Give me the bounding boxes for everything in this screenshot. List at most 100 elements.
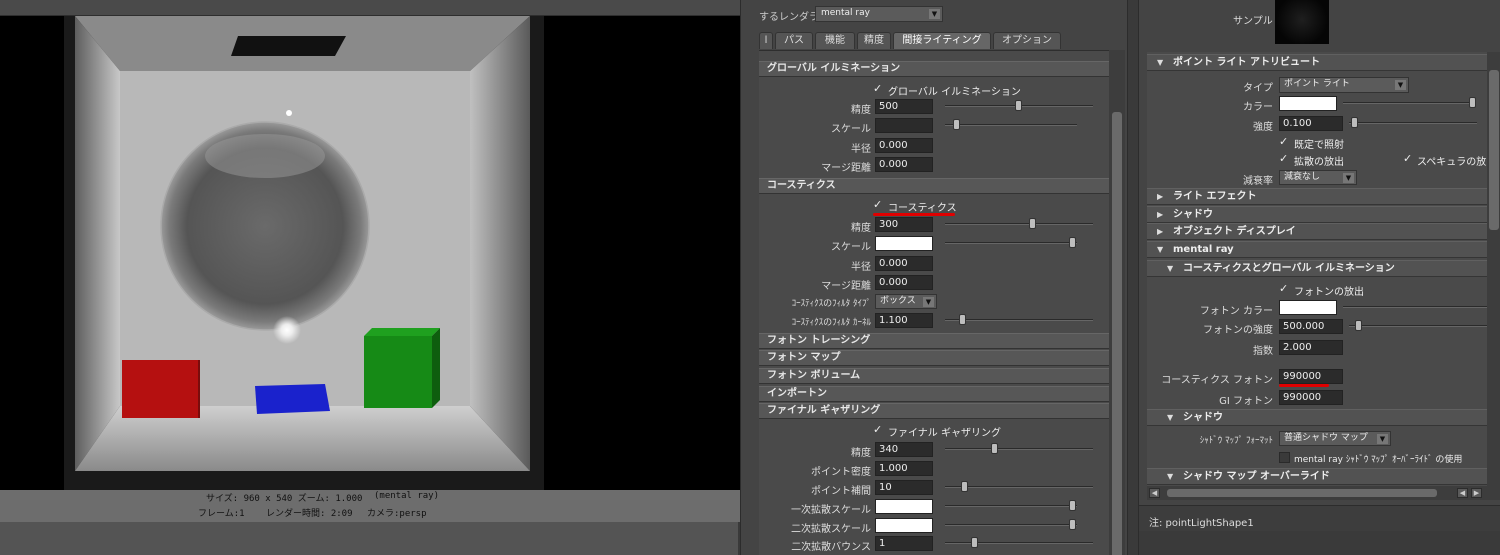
fg-point-density-label: ポイント密度	[811, 467, 871, 478]
fg-checkbox[interactable]: ✓	[873, 424, 884, 435]
fg-secondary-scale-label: 二次拡散スケール	[791, 524, 871, 535]
light-color-swatch[interactable]	[1279, 96, 1337, 111]
shadow-map-override-header[interactable]: ▼ シャドウ マップ オーバーライド	[1147, 468, 1487, 485]
decay-rate-dropdown[interactable]: 減衰なし ▼	[1279, 170, 1357, 185]
photon-intensity-field[interactable]: 500.000	[1279, 319, 1343, 334]
chevron-down-icon: ▼	[929, 9, 940, 19]
render-view-window: サイズ: 960 x 540 ズーム: 1.000 (mental ray) フ…	[0, 0, 758, 522]
intensity-label: 強度	[1253, 122, 1273, 133]
tab-common[interactable]: l	[759, 32, 773, 49]
rendered-image[interactable]	[0, 16, 742, 490]
emit-photons-checkbox[interactable]: ✓	[1279, 283, 1290, 294]
render-renderer: (mental ray)	[374, 491, 440, 501]
gi-scale-slider[interactable]	[945, 119, 1077, 130]
gi-radius-field[interactable]: 0.000	[875, 138, 933, 153]
fg-primary-scale-swatch[interactable]	[875, 499, 933, 514]
gi-photons-field[interactable]: 990000	[1279, 390, 1343, 405]
caustics-merge-field[interactable]: 0.000	[875, 275, 933, 290]
fg-point-density-field[interactable]: 1.000	[875, 461, 933, 476]
shadow-map-format-value: 普通シャドウ マップ	[1284, 433, 1368, 443]
specular-highlight	[286, 110, 292, 116]
caustics-radius-field[interactable]: 0.000	[875, 256, 933, 271]
render-status-bar: サイズ: 960 x 540 ズーム: 1.000 (mental ray) フ…	[0, 490, 742, 522]
fg-point-interp-slider[interactable]	[945, 481, 1093, 492]
light-effects-header[interactable]: ▶ ライト エフェクト	[1147, 188, 1487, 205]
caustics-accuracy-field[interactable]: 300	[875, 217, 933, 232]
caustics-filter-type-label: ｺｰｽﾃｨｸｽのﾌｨﾙﾀ ﾀｲﾌﾟ	[791, 299, 871, 309]
gi-section-header[interactable]: グローバル イルミネーション	[759, 61, 1109, 77]
scroll-left-icon[interactable]: ◀	[1457, 488, 1468, 498]
scroll-right-icon[interactable]: ▶	[1471, 488, 1482, 498]
fg-secondary-scale-slider[interactable]	[945, 519, 1077, 530]
illum-default-checkbox[interactable]: ✓	[1279, 136, 1290, 147]
fg-point-interp-field[interactable]: 10	[875, 480, 933, 495]
photon-volume-section-header[interactable]: フォトン ボリューム	[759, 368, 1109, 384]
caustics-filter-kernel-field[interactable]: 1.100	[875, 313, 933, 328]
light-color-slider[interactable]	[1343, 97, 1476, 108]
fg-secondary-bounce-field[interactable]: 1	[875, 536, 933, 551]
attribute-editor-footer	[1139, 531, 1500, 555]
shadows-header[interactable]: ▶ シャドウ	[1147, 206, 1487, 223]
renderer-label: するレンダラ	[759, 12, 819, 23]
emit-diffuse-checkbox[interactable]: ✓	[1279, 153, 1290, 164]
tab-passes[interactable]: パス	[775, 32, 813, 49]
mental-ray-header[interactable]: ▼ mental ray	[1147, 241, 1487, 258]
fg-secondary-bounce-slider[interactable]	[945, 537, 1093, 548]
caustics-checkbox[interactable]: ✓	[873, 199, 884, 210]
scroll-left-icon[interactable]: ◀	[1149, 488, 1160, 498]
fg-secondary-scale-swatch[interactable]	[875, 518, 933, 533]
settings-scrollbar[interactable]	[1109, 50, 1125, 555]
object-display-header[interactable]: ▶ オブジェクト ディスプレイ	[1147, 223, 1487, 240]
chevron-down-icon: ▼	[1377, 434, 1388, 444]
gi-merge-field[interactable]: 0.000	[875, 157, 933, 172]
caustics-gi-header[interactable]: ▼ コースティクスとグローバル イルミネーション	[1147, 260, 1487, 277]
attribute-vertical-scrollbar[interactable]	[1487, 52, 1500, 500]
caustics-section-header[interactable]: コースティクス	[759, 178, 1109, 194]
mr-shadows-header[interactable]: ▼ シャドウ	[1147, 409, 1487, 426]
attribute-panel: ▼ ポイント ライト アトリビュート タイプ ポイント ライト ▼ カラー 強度…	[1147, 52, 1487, 500]
gi-scale-swatch[interactable]	[875, 118, 933, 133]
intensity-field[interactable]: 0.100	[1279, 116, 1343, 131]
fg-accuracy-field[interactable]: 340	[875, 442, 933, 457]
caustic-glow	[273, 316, 301, 344]
fg-section-header[interactable]: ファイナル ギャザリング	[759, 403, 1109, 419]
light-type-dropdown[interactable]: ポイント ライト ▼	[1279, 77, 1409, 93]
tab-options[interactable]: オプション	[993, 32, 1061, 49]
gi-checkbox[interactable]: ✓	[873, 83, 884, 94]
exponent-field[interactable]: 2.000	[1279, 340, 1343, 355]
tab-quality[interactable]: 精度	[857, 32, 891, 49]
gi-accuracy-label: 精度	[851, 105, 871, 116]
photon-map-section-header[interactable]: フォトン マップ	[759, 350, 1109, 366]
photon-color-swatch[interactable]	[1279, 300, 1337, 315]
ceiling-light	[231, 36, 346, 56]
renderer-dropdown[interactable]: mental ray ▼	[815, 6, 943, 22]
mr-shadow-override-checkbox[interactable]	[1279, 452, 1290, 463]
tab-features[interactable]: 機能	[815, 32, 855, 49]
node-name-label: 注: pointLightShape1	[1149, 518, 1254, 529]
emit-specular-checkbox[interactable]: ✓	[1403, 153, 1414, 164]
intensity-slider[interactable]	[1349, 117, 1477, 128]
gi-accuracy-slider[interactable]	[945, 100, 1093, 111]
caustic-photons-field[interactable]: 990000	[1279, 369, 1343, 384]
render-view-toolbar	[0, 0, 758, 16]
fg-primary-scale-slider[interactable]	[945, 500, 1077, 511]
attribute-editor: サンプル ▼ ポイント ライト アトリビュート タイプ ポイント ライト ▼ カ…	[1138, 0, 1500, 555]
gi-accuracy-field[interactable]: 500	[875, 99, 933, 114]
caustics-filter-type-dropdown[interactable]: ボックス ▼	[875, 294, 937, 309]
importons-section-header[interactable]: インポートン	[759, 386, 1109, 402]
photon-color-slider[interactable]	[1343, 306, 1487, 308]
shadow-map-format-dropdown[interactable]: 普通シャドウ マップ ▼	[1279, 431, 1391, 446]
photon-intensity-slider[interactable]	[1349, 320, 1487, 331]
photon-tracing-section-header[interactable]: フォトン トレーシング	[759, 333, 1109, 349]
caustics-scale-swatch[interactable]	[875, 236, 933, 251]
emit-photons-label: フォトンの放出	[1294, 287, 1364, 298]
chevron-down-icon: ▼	[923, 297, 934, 307]
caustics-scale-slider[interactable]	[945, 237, 1077, 248]
fg-accuracy-slider[interactable]	[945, 443, 1093, 454]
point-light-attributes-header[interactable]: ▼ ポイント ライト アトリビュート	[1147, 54, 1487, 71]
caustics-accuracy-slider[interactable]	[945, 218, 1093, 229]
caustics-filter-kernel-slider[interactable]	[945, 314, 1093, 325]
tab-indirect-lighting[interactable]: 間接ライティング	[893, 32, 991, 49]
collapsed-triangle-icon: ▶	[1157, 192, 1164, 201]
attribute-horizontal-scrollbar[interactable]: ◀ ◀ ▶	[1147, 486, 1487, 500]
